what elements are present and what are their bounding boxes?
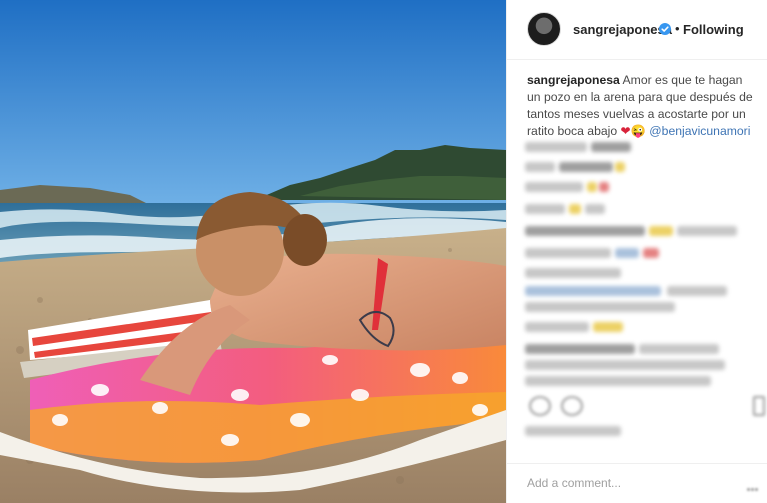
blurred-line [525,182,583,192]
blurred-line [643,248,659,258]
beach-photo-illustration [0,0,506,503]
caption-username[interactable]: sangrejaponesa [527,73,620,87]
blurred-line [599,182,609,192]
blurred-line [525,344,635,354]
blurred-line [525,226,645,236]
add-comment-bar [507,463,767,503]
blurred-line [525,360,725,370]
blurred-line [649,226,673,236]
blurred-line [559,162,613,172]
bookmark-icon[interactable] [753,396,765,416]
blurred-line [525,162,555,172]
heart-icon[interactable] [529,396,551,416]
blurred-line [615,162,625,172]
blurred-line [639,344,719,354]
blurred-line [525,322,589,332]
blurred-line [525,268,621,278]
blurred-line [525,248,611,258]
verified-badge-icon [659,23,671,35]
action-icons-row [527,396,767,420]
blurred-line [525,302,675,312]
blurred-line [525,426,621,436]
blurred-line [615,248,639,258]
blurred-line [525,204,565,214]
blurred-line [525,142,587,152]
more-options-icon[interactable] [747,478,759,491]
post-photo[interactable] [0,0,506,503]
blurred-line [587,182,597,192]
blurred-line [591,142,631,152]
post-header: sangrejaponesa • Following [507,0,767,60]
separator-dot: • [675,21,680,36]
comment-icon[interactable] [561,396,583,416]
blurred-line [677,226,737,236]
blurred-line [585,204,605,214]
post-caption: sangrejaponesa Amor es que te hagan un p… [527,72,757,140]
avatar[interactable] [527,12,561,46]
blurred-line [525,286,661,296]
blurred-line [569,204,581,214]
following-button[interactable]: Following [683,22,744,37]
comment-input[interactable] [527,476,727,490]
post-side-panel: sangrejaponesa • Following sangrejapones… [506,0,767,503]
header-username[interactable]: sangrejaponesa [573,22,672,37]
blurred-line [667,286,727,296]
blurred-line [525,376,711,386]
blurred-line [593,322,623,332]
